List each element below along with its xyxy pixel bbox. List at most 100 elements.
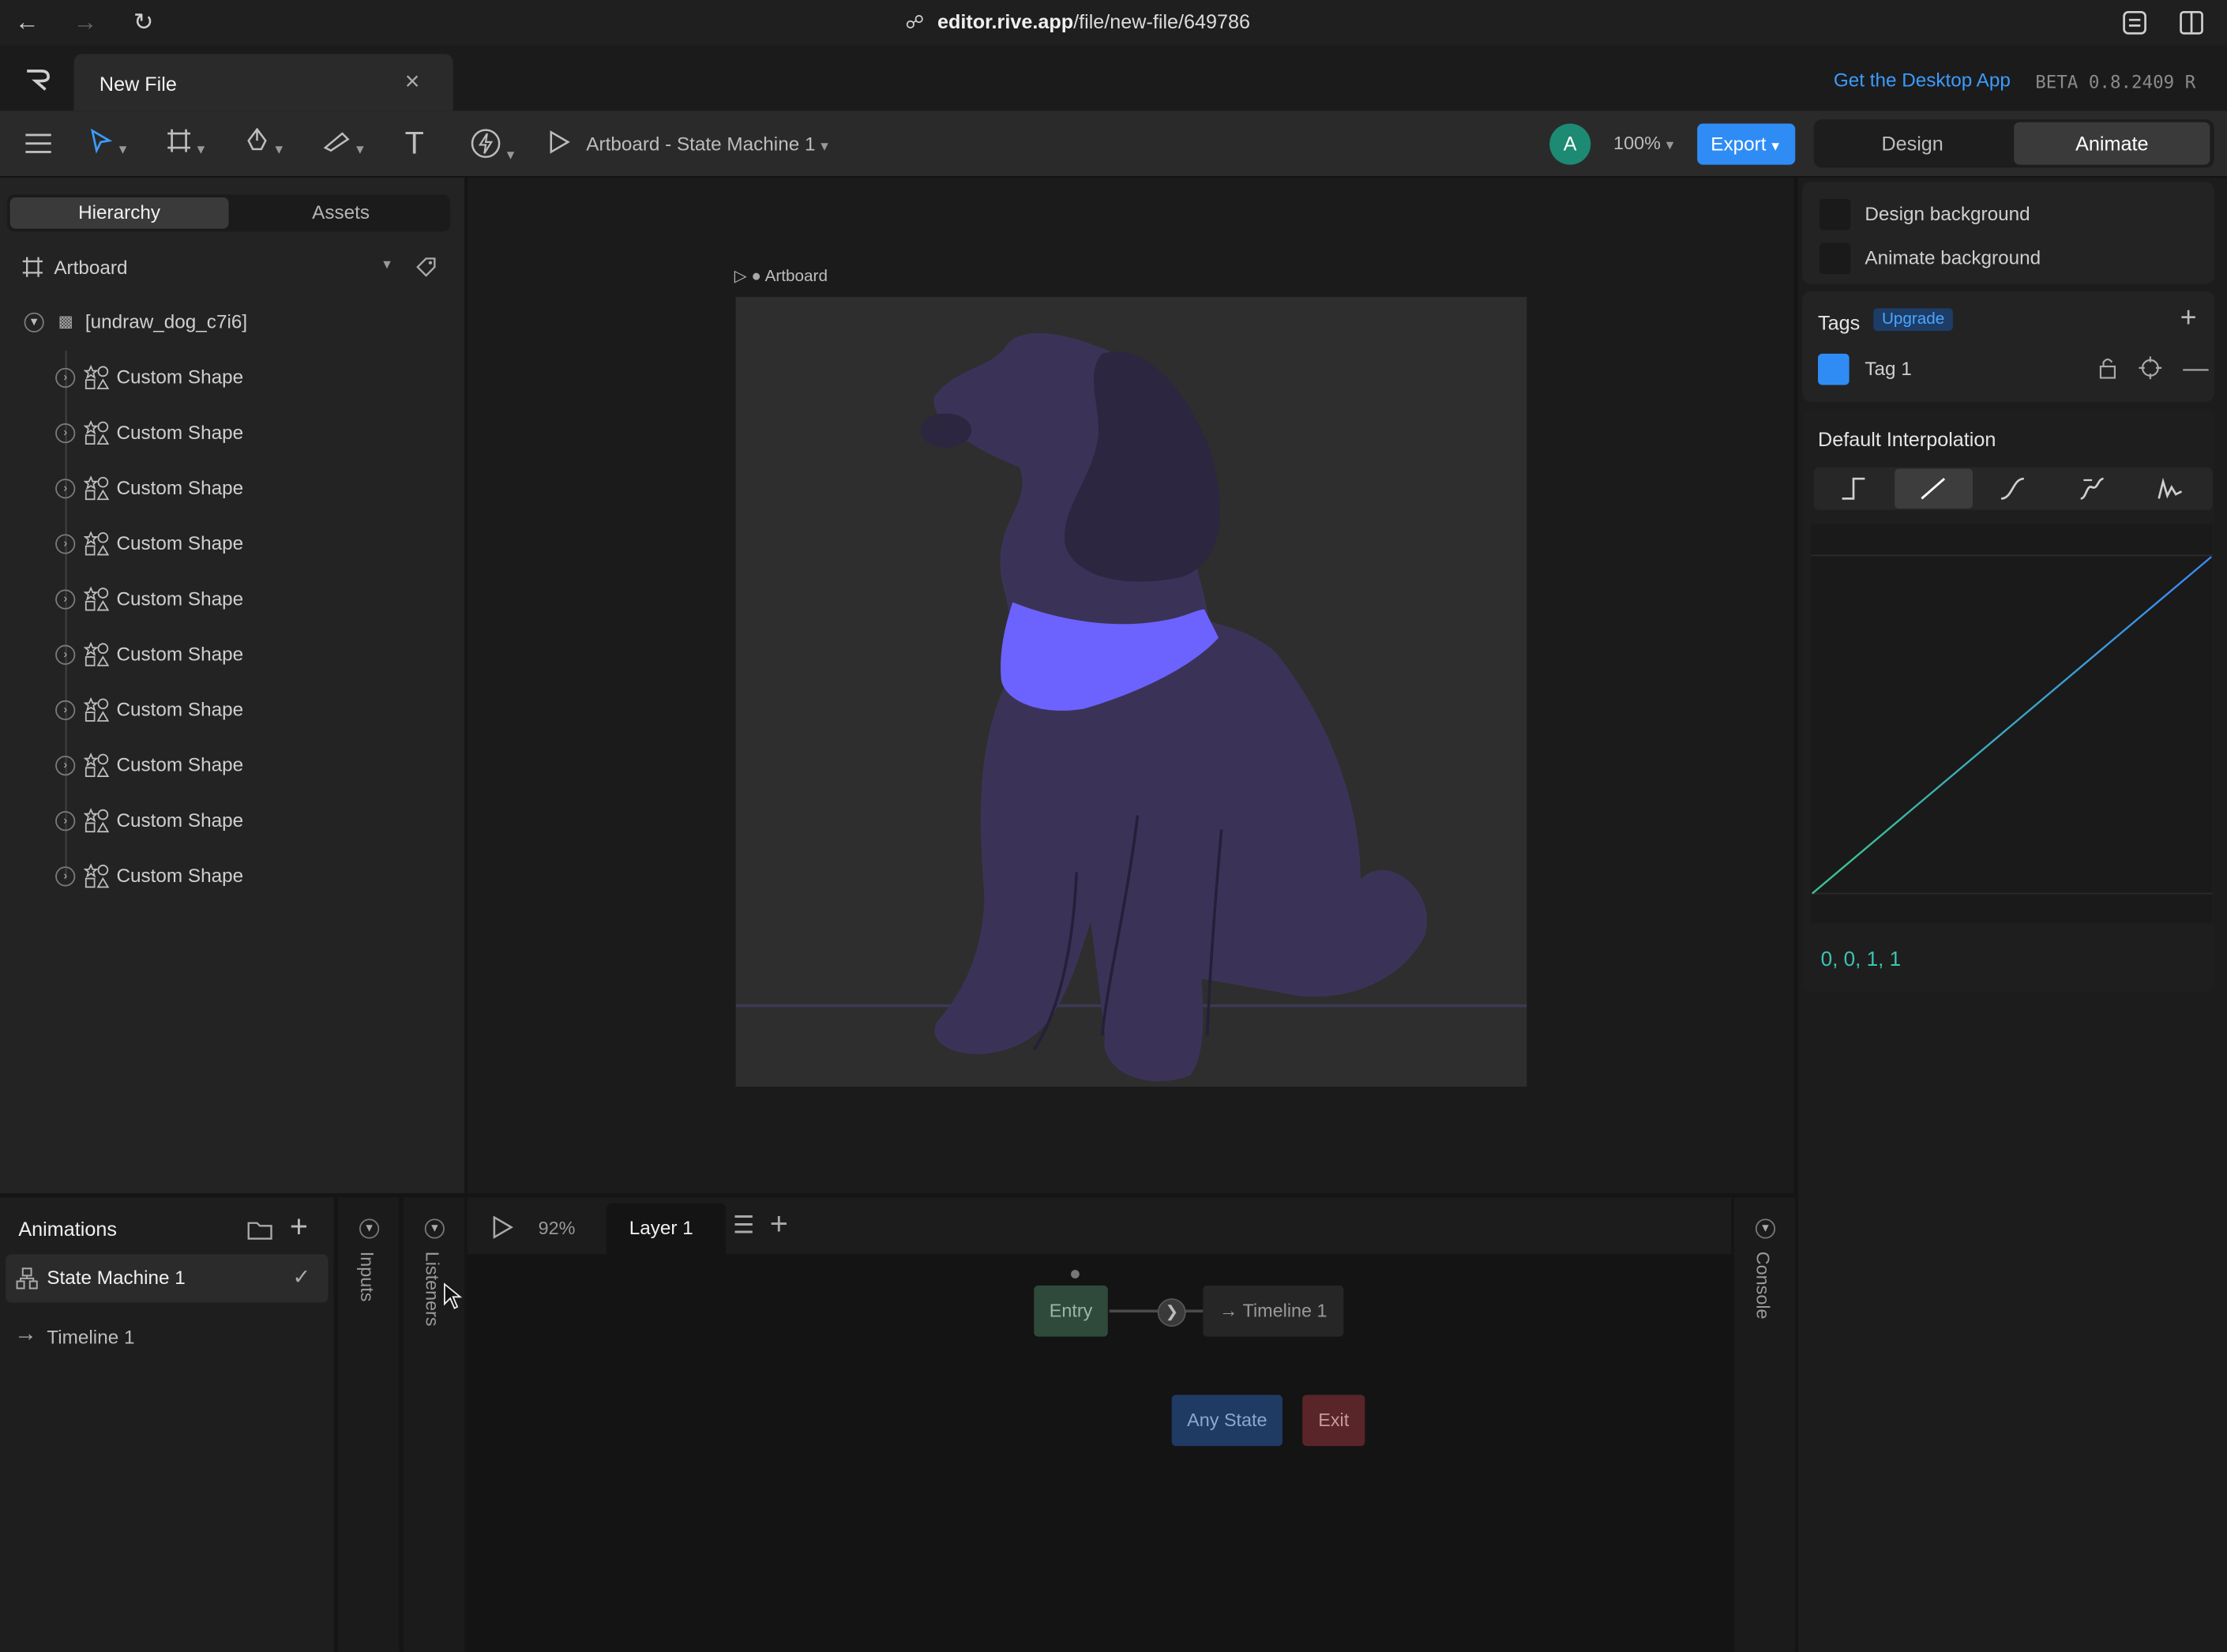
state-machine-selector[interactable]: Artboard - State Machine 1 ▼ [548, 128, 831, 160]
custom-shape-icon [83, 364, 110, 390]
collapse-toggle-icon[interactable]: ▼ [24, 312, 44, 332]
close-tab-icon[interactable]: × [405, 67, 420, 97]
interp-curve-graph[interactable] [1811, 524, 2214, 924]
pen-tool[interactable]: ▼ [244, 127, 285, 160]
extensions-icon[interactable] [2122, 10, 2147, 36]
hierarchy-item[interactable]: › Custom Shape [0, 406, 464, 461]
animation-item-state-machine[interactable]: State Machine 1 ✓ [6, 1254, 329, 1303]
animate-mode-button[interactable]: Animate [2014, 122, 2210, 165]
curve-values[interactable]: 0, 0, 1, 1 [1821, 949, 1902, 972]
expand-inputs-icon[interactable]: ▼ [359, 1218, 380, 1239]
upgrade-badge[interactable]: Upgrade [1873, 308, 1954, 332]
design-mode-button[interactable]: Design [1816, 122, 2008, 165]
hierarchy-item[interactable]: › Custom Shape [0, 683, 464, 738]
file-tab[interactable]: New File × [73, 54, 453, 111]
zoom-dropdown[interactable]: 100% ▼ [1613, 132, 1676, 153]
inputs-strip[interactable]: ▼ Inputs [338, 1197, 400, 1652]
select-tool[interactable]: ▼ [88, 128, 130, 160]
expand-toggle-icon[interactable]: › [55, 811, 76, 832]
tab-bar: New File × Get the Desktop App BETA 0.8.… [0, 45, 2227, 111]
chevron-down-icon[interactable]: ▼ [381, 257, 393, 272]
bounce-interp-icon[interactable] [2156, 476, 2184, 501]
animations-title: Animations [18, 1217, 117, 1241]
add-layer-icon[interactable]: + [770, 1206, 788, 1243]
hierarchy-item[interactable]: › Custom Shape [0, 850, 464, 905]
transition-arrow-icon[interactable]: ❯ [1157, 1298, 1186, 1327]
hierarchy-item[interactable]: › Custom Shape [0, 628, 464, 683]
folder-icon[interactable] [247, 1218, 272, 1240]
expand-console-icon[interactable]: ▼ [1755, 1218, 1776, 1239]
address-bar[interactable]: editor.rive.app/file/new-file/649786 [937, 10, 1250, 33]
hierarchy-item[interactable]: › Custom Shape [0, 794, 464, 850]
cursor-icon [90, 128, 113, 154]
elastic-interp-icon[interactable] [2078, 476, 2106, 501]
hierarchy-item-label: Custom Shape [116, 588, 244, 610]
forward-icon[interactable]: → [71, 9, 100, 37]
expand-toggle-icon[interactable]: › [55, 589, 76, 610]
state-machine-graph[interactable]: 92% Layer 1 ☰ + Entry ❯ → Timeline 1 Any… [467, 1197, 1732, 1652]
reload-icon[interactable]: ↻ [130, 9, 158, 37]
play-icon[interactable] [491, 1215, 514, 1239]
shape-tool[interactable]: ▼ [322, 128, 366, 160]
exit-node[interactable]: Exit [1302, 1395, 1365, 1447]
tab-hierarchy[interactable]: Hierarchy [9, 197, 229, 229]
hierarchy-item[interactable]: › Custom Shape [0, 517, 464, 573]
custom-shape-icon [83, 752, 110, 778]
hold-interp-icon[interactable] [1839, 476, 1868, 501]
artboard-tool[interactable]: ▼ [166, 128, 207, 160]
layer-tab[interactable]: Layer 1 [606, 1203, 727, 1255]
artboard-row[interactable]: Artboard ▼ [0, 240, 464, 295]
artboard-title[interactable]: ▷ ● Artboard [734, 265, 828, 286]
animation-item-timeline[interactable]: → Timeline 1 [6, 1312, 328, 1361]
tab-assets[interactable]: Assets [231, 197, 450, 229]
tag-icon[interactable] [415, 257, 438, 277]
remove-tag-icon[interactable]: — [2183, 354, 2208, 384]
timeline-node[interactable]: → Timeline 1 [1203, 1285, 1344, 1337]
target-icon[interactable] [2139, 356, 2162, 380]
expand-toggle-icon[interactable]: › [55, 479, 76, 499]
group-row[interactable]: ▼ ▩ [undraw_dog_c7i6] [0, 295, 464, 351]
listeners-strip[interactable]: ▼ Listeners [403, 1197, 465, 1652]
export-button[interactable]: Export ▼ [1697, 123, 1796, 165]
url-host: editor.rive.app [937, 9, 1074, 33]
hierarchy-item[interactable]: › Custom Shape [0, 738, 464, 794]
lock-icon[interactable] [2099, 356, 2116, 379]
rive-logo-icon[interactable] [24, 68, 53, 91]
tag-color-swatch[interactable] [1818, 353, 1850, 385]
menu-icon[interactable] [24, 132, 53, 155]
text-tool[interactable]: T [405, 127, 424, 160]
back-icon[interactable]: ← [13, 9, 41, 37]
layers-list-icon[interactable]: ☰ [733, 1211, 754, 1240]
console-strip[interactable]: ▼ Console [1733, 1197, 1796, 1652]
stage-canvas[interactable]: ▷ ● Artboard [467, 177, 1794, 1193]
expand-toggle-icon[interactable]: › [55, 644, 76, 665]
expand-toggle-icon[interactable]: › [55, 700, 76, 720]
design-bg-swatch[interactable] [1819, 198, 1851, 231]
events-tool[interactable]: ▼ [470, 128, 517, 162]
add-animation-icon[interactable]: + [290, 1209, 308, 1246]
any-state-node[interactable]: Any State [1171, 1395, 1283, 1447]
add-tag-icon[interactable]: + [2180, 302, 2197, 335]
linear-interp-button[interactable] [1895, 468, 1974, 509]
expand-toggle-icon[interactable]: › [55, 755, 76, 776]
graph-zoom[interactable]: 92% [539, 1218, 576, 1239]
transition-line[interactable] [1109, 1309, 1204, 1313]
expand-listeners-icon[interactable]: ▼ [424, 1218, 445, 1239]
expand-toggle-icon[interactable]: › [55, 423, 76, 444]
desktop-app-link[interactable]: Get the Desktop App [1834, 69, 2011, 91]
cubic-interp-icon[interactable] [1998, 476, 2026, 501]
hierarchy-item[interactable]: › Custom Shape [0, 462, 464, 517]
expand-toggle-icon[interactable]: › [55, 367, 76, 389]
hierarchy-item[interactable]: › Custom Shape [0, 573, 464, 628]
entry-node[interactable]: Entry [1034, 1285, 1108, 1337]
hierarchy-item[interactable]: › Custom Shape [0, 351, 464, 406]
artboard[interactable] [735, 296, 1527, 1087]
animate-bg-swatch[interactable] [1819, 242, 1851, 275]
tag-name[interactable]: Tag 1 [1865, 358, 1911, 379]
expand-toggle-icon[interactable]: › [55, 534, 76, 554]
play-icon[interactable]: ▷ [734, 268, 747, 286]
expand-toggle-icon[interactable]: › [55, 866, 76, 887]
sidebar-toggle-icon[interactable] [2179, 10, 2204, 36]
custom-shape-icon [83, 641, 110, 667]
avatar[interactable]: A [1549, 123, 1591, 165]
